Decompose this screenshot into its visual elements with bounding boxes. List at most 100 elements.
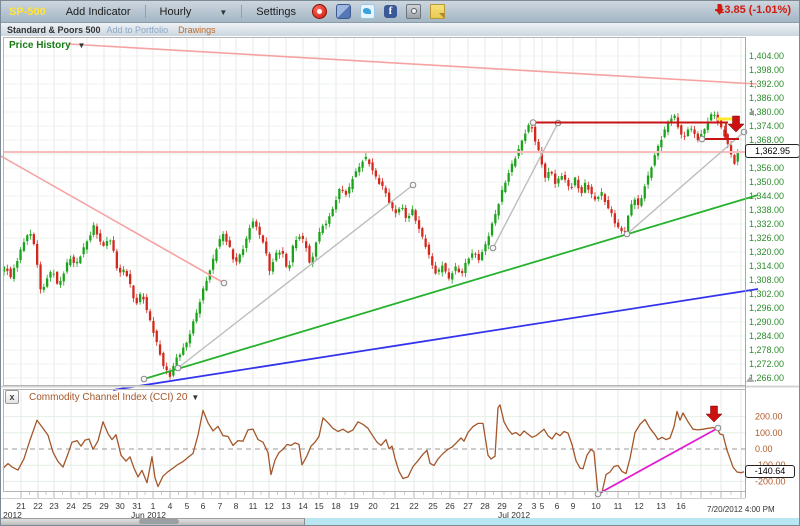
date-axis-label: 8 — [234, 501, 239, 511]
price-axis-label: 1,332.00 — [749, 219, 784, 229]
last-price-badge: 1,362.95 — [745, 144, 799, 158]
price-history-dropdown[interactable]: Price History ▼ — [9, 40, 85, 51]
chart-canvas[interactable]: 1,404.00 1,398.00 1,392.00 1,386.00 1,380.00… — [1, 1, 799, 525]
price-change-indicator: -13.85 (-1.01%) — [714, 4, 791, 16]
date-axis-label: 22 — [409, 501, 419, 511]
chevron-down-icon: ▼ — [77, 41, 86, 50]
price-axis-label: 1,326.00 — [749, 233, 784, 243]
cci-indicator-dropdown[interactable]: Commodity Channel Index (CCI) 20 — [29, 392, 187, 403]
date-axis-label: 11 — [249, 501, 258, 511]
cci-panel-header: x Commodity Channel Index (CCI) 20 ▼ — [5, 390, 199, 404]
cube-icon[interactable] — [336, 4, 351, 19]
last-update-timestamp: 7/20/2012 4:00 PM — [707, 505, 775, 514]
price-axis-label: 1,338.00 — [749, 205, 784, 215]
date-axis-label: 28 — [480, 501, 490, 511]
scrollbar-grip[interactable] — [139, 519, 179, 524]
gray-connector-1-handle[interactable] — [409, 181, 417, 189]
add-indicator-button[interactable]: Add Indicator — [66, 6, 131, 18]
interval-value: Hourly — [159, 5, 192, 18]
date-axis-label: 6 — [555, 501, 560, 511]
price-axis-label: 1,266.00 — [749, 373, 784, 383]
date-axis-label: 12 — [264, 501, 274, 511]
price-axis-label: 1,308.00 — [749, 275, 784, 285]
price-axis-label: 1,314.00 — [749, 261, 784, 271]
pink-lower-trendline-handle[interactable] — [220, 279, 228, 287]
date-axis-label: 29 — [99, 501, 109, 511]
gray-connector-3-handle[interactable] — [623, 230, 631, 238]
price-axis-label: 1,290.00 — [749, 317, 784, 327]
price-axis-label: 1,380.00 — [749, 107, 784, 117]
price-axis-label: 1,272.00 — [749, 359, 784, 369]
price-axis-label: 1,302.00 — [749, 289, 784, 299]
cci-value-badge: -140.64 — [745, 465, 795, 478]
toolbar-icons: f — [312, 4, 445, 19]
gray-connector-2-handle[interactable] — [489, 244, 497, 252]
date-axis-label: 13 — [656, 501, 666, 511]
camera-icon[interactable] — [406, 4, 421, 19]
down-arrow-icon — [714, 4, 724, 15]
cci-axis-label: 100.00 — [755, 428, 783, 438]
price-history-label: Price History — [9, 40, 71, 51]
date-axis-label: 25 — [428, 501, 438, 511]
alerts-icon[interactable] — [312, 4, 327, 19]
price-axis-label: 1,386.00 — [749, 93, 784, 103]
settings-button[interactable]: Settings — [256, 6, 296, 18]
symbol-subtoolbar: Standard & Poors 500 Add to Portfolio Dr… — [1, 23, 799, 36]
close-icon[interactable]: x — [5, 390, 19, 404]
date-axis-label: 20 — [368, 501, 378, 511]
price-axis-label: 1,356.00 — [749, 163, 784, 173]
drawings-link[interactable]: Drawings — [178, 25, 216, 35]
date-axis-label: 22 — [33, 501, 43, 511]
toolbar-divider — [144, 5, 146, 18]
facebook-icon[interactable]: f — [384, 5, 397, 18]
cci-axis-label: 0.00 — [755, 444, 773, 454]
date-axis-label: 7 — [218, 501, 223, 511]
red-support-short-handle[interactable] — [698, 135, 706, 143]
symbol-label[interactable]: SP-500 — [9, 6, 46, 18]
time-scrollbar[interactable] — [1, 518, 799, 525]
price-axis-label: 1,374.00 — [749, 121, 784, 131]
price-axis-label: 1,344.00 — [749, 191, 784, 201]
interval-dropdown[interactable]: Hourly ▼ — [160, 6, 228, 18]
magenta-cci-trendline-handle[interactable] — [594, 490, 602, 498]
date-axis-label: 10 — [591, 501, 601, 511]
price-axis-label: 1,296.00 — [749, 303, 784, 313]
price-axis-label: 1,398.00 — [749, 65, 784, 75]
notes-icon[interactable] — [430, 4, 445, 19]
price-axis-label: 1,392.00 — [749, 79, 784, 89]
date-axis-label: 5 — [540, 501, 545, 511]
date-axis-label: 30 — [115, 501, 125, 511]
add-to-portfolio-link[interactable]: Add to Portfolio — [107, 25, 169, 35]
date-axis-label: 25 — [82, 501, 92, 511]
magenta-cci-trendline-handle[interactable] — [714, 424, 722, 432]
date-axis-label: 16 — [676, 501, 686, 511]
date-axis-label: 14 — [298, 501, 308, 511]
date-axis-label: 15 — [314, 501, 324, 511]
date-axis-label: 5 — [185, 501, 190, 511]
date-axis-label: 13 — [281, 501, 291, 511]
date-axis-label: 18 — [331, 501, 341, 511]
chevron-down-icon: ▼ — [219, 7, 228, 17]
date-axis-label: 26 — [445, 501, 455, 511]
price-axis-label: 1,350.00 — [749, 177, 784, 187]
toolbar-divider — [241, 5, 243, 18]
date-axis-label: 19 — [349, 501, 359, 511]
price-axis-label: 1,278.00 — [749, 345, 784, 355]
price-axis-label: 1,404.00 — [749, 51, 784, 61]
cci-axis-label: 200.00 — [755, 412, 783, 422]
main-toolbar: SP-500 Add Indicator Hourly ▼ Settings f … — [1, 1, 799, 23]
green-support-trendline-handle[interactable] — [140, 375, 148, 383]
gray-connector-1-handle[interactable] — [174, 364, 182, 372]
chevron-down-icon: ▼ — [191, 392, 200, 402]
price-axis-label: 1,284.00 — [749, 331, 784, 341]
date-axis-label: 21 — [390, 501, 400, 511]
red-resistance-line-handle[interactable] — [529, 119, 537, 126]
price-axis-label: 1,320.00 — [749, 247, 784, 257]
twitter-icon[interactable] — [360, 4, 375, 19]
symbol-fullname: Standard & Poors 500 — [7, 24, 101, 35]
date-axis-label: 9 — [571, 501, 576, 511]
date-axis-label: 27 — [463, 501, 473, 511]
change-text: -13.85 (-1.01%) — [714, 4, 791, 16]
date-axis-label: 12 — [634, 501, 644, 511]
date-axis-label: 23 — [49, 501, 59, 511]
